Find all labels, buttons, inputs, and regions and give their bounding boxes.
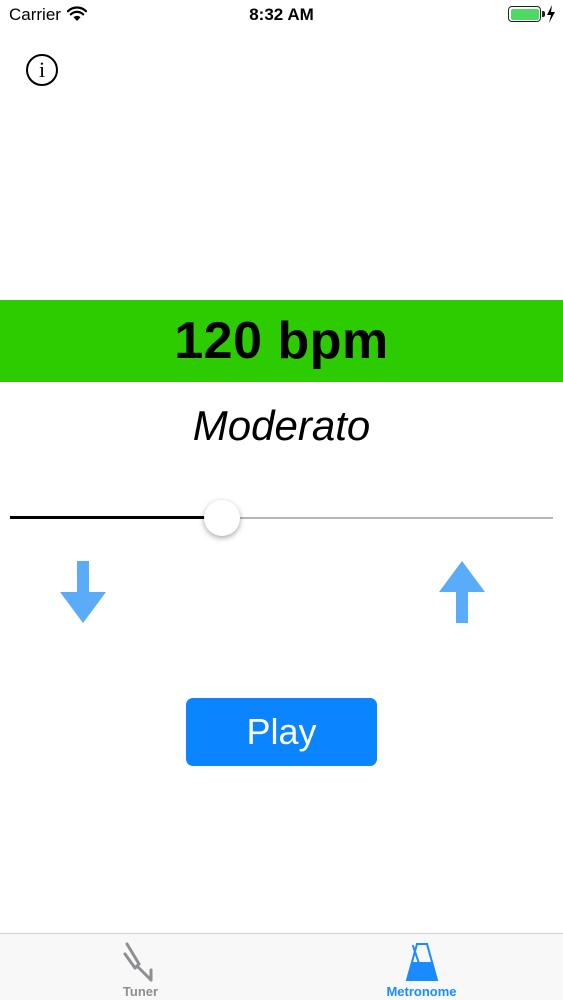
arrow-down-icon[interactable] bbox=[60, 561, 106, 623]
slider-fill bbox=[10, 516, 222, 519]
status-time: 8:32 AM bbox=[249, 5, 314, 24]
status-bar: Carrier 8:32 AM bbox=[0, 0, 563, 30]
tab-metronome[interactable]: Metronome bbox=[281, 934, 562, 1000]
info-icon: i bbox=[38, 57, 46, 82]
tab-bar: Tuner Metronome bbox=[0, 933, 563, 1000]
play-button[interactable]: Play bbox=[186, 698, 377, 766]
charging-bolt-icon bbox=[547, 5, 555, 23]
tab-metronome-label: Metronome bbox=[386, 984, 457, 999]
tempo-banner: 120 bpm bbox=[0, 300, 563, 382]
battery-level bbox=[510, 8, 539, 20]
slider-thumb[interactable] bbox=[204, 500, 240, 536]
tab-tuner-label: Tuner bbox=[122, 984, 159, 999]
tempo-slider[interactable] bbox=[10, 500, 553, 540]
tuning-fork-icon bbox=[123, 942, 152, 982]
info-button[interactable]: i bbox=[26, 54, 58, 86]
tempo-marking: Moderato bbox=[192, 402, 371, 449]
battery-icon bbox=[508, 6, 545, 22]
tab-tuner[interactable]: Tuner bbox=[0, 934, 281, 1000]
battery-nub bbox=[542, 11, 545, 17]
tempo-value: 120 bpm bbox=[174, 312, 389, 370]
arrow-up-icon[interactable] bbox=[439, 561, 485, 623]
metronome-icon bbox=[405, 943, 438, 981]
